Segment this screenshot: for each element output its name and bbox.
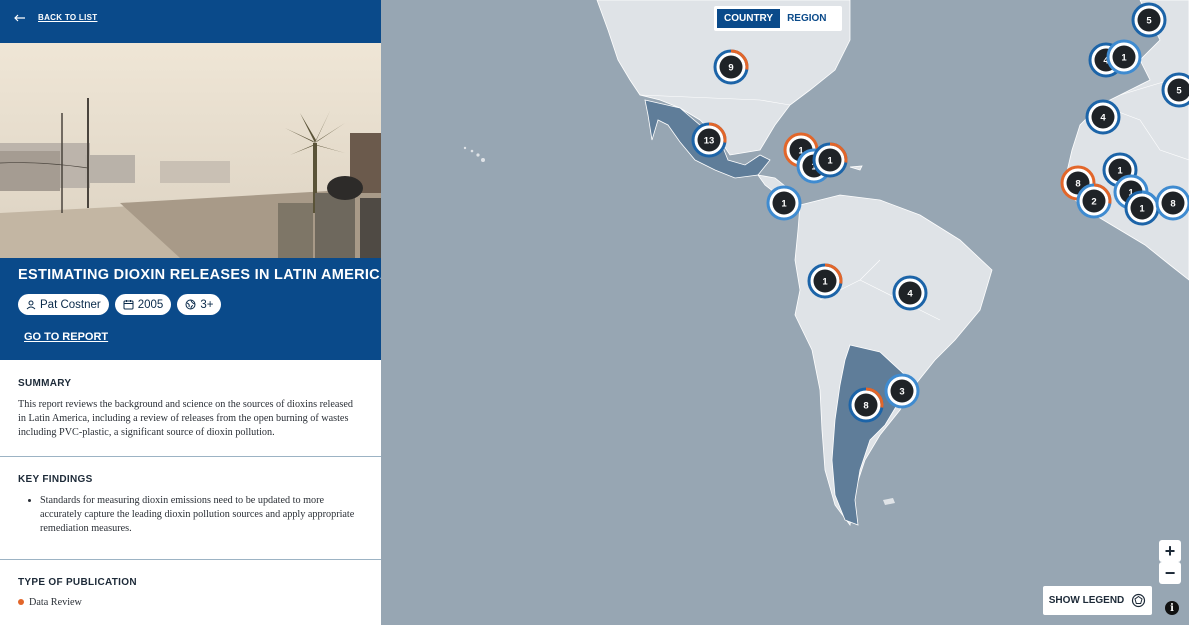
back-to-list-label: BACK TO LIST (38, 13, 98, 22)
cluster-count: 1 (1121, 53, 1127, 64)
calendar-icon (123, 300, 134, 310)
map-cluster-marker[interactable]: 4 (1085, 99, 1121, 135)
cluster-count: 1 (1117, 166, 1123, 177)
zoom-out-button[interactable]: − (1159, 562, 1181, 584)
map-cluster-marker[interactable]: 1 (1124, 190, 1160, 226)
cluster-count: 5 (1146, 16, 1152, 27)
map-cluster-marker[interactable]: 13 (691, 122, 727, 158)
map-cluster-marker[interactable]: 9 (713, 49, 749, 85)
report-title: ESTIMATING DIOXIN RELEASES IN LATIN AMER… (18, 267, 381, 283)
arrow-left-icon (14, 14, 25, 21)
cluster-count: 1 (822, 277, 828, 288)
regions-count: 3+ (200, 298, 214, 311)
info-icon[interactable]: i (1165, 601, 1179, 615)
legend-icon (1132, 593, 1146, 608)
globe-icon (185, 299, 196, 310)
summary-section: SUMMARY This report reviews the backgrou… (0, 360, 381, 439)
cluster-count: 4 (1100, 113, 1106, 124)
person-icon (26, 300, 36, 309)
report-detail-panel: BACK TO LIST ESTIMATING DIOXIN RELEASES … (0, 0, 381, 625)
cluster-count: 3 (899, 387, 904, 398)
cluster-count: 13 (704, 136, 715, 147)
regions-chip: 3+ (177, 294, 222, 315)
map-cluster-marker[interactable]: 1 (812, 142, 848, 178)
map-cluster-marker[interactable]: 1 (766, 185, 802, 221)
publication-type-item: Data Review (18, 597, 363, 608)
author-chip: Pat Costner (18, 294, 109, 315)
report-meta-chips: Pat Costner 2005 3+ (18, 294, 222, 315)
year-chip: 2005 (114, 294, 172, 315)
cluster-count: 1 (781, 199, 787, 210)
map-cluster-marker[interactable]: 8 (1155, 185, 1189, 221)
show-legend-button[interactable]: SHOW LEGEND (1043, 586, 1152, 615)
map-cluster-marker[interactable]: 3 (884, 373, 920, 409)
back-to-list-button[interactable]: BACK TO LIST (14, 13, 97, 22)
region-option[interactable]: REGION (780, 9, 833, 28)
map-cluster-marker[interactable]: 5 (1161, 72, 1189, 108)
report-hero-image (0, 43, 381, 258)
cluster-count: 8 (1170, 199, 1175, 210)
cluster-count: 1 (1139, 204, 1145, 215)
cluster-count: 8 (1075, 179, 1080, 190)
summary-text: This report reviews the background and s… (18, 399, 353, 438)
zoom-in-button[interactable]: + (1159, 540, 1181, 562)
map-cluster-marker[interactable]: 4 (892, 275, 928, 311)
map-cluster-marker[interactable]: 1 (807, 263, 843, 299)
cluster-count: 9 (728, 63, 733, 74)
publication-type-section: TYPE OF PUBLICATION Data Review (0, 560, 381, 608)
cluster-count: 8 (863, 401, 868, 412)
cluster-count: 2 (1091, 197, 1096, 208)
cluster-count: 5 (1176, 86, 1182, 97)
publication-type-heading: TYPE OF PUBLICATION (18, 576, 137, 588)
country-region-toggle: COUNTRY REGION (714, 6, 842, 31)
world-map[interactable]: 9131111143854154182118 (381, 0, 1189, 625)
cluster-count: 1 (827, 156, 833, 167)
map-cluster-marker[interactable]: 8 (848, 387, 884, 423)
key-finding-item: Standards for measuring dioxin emissions… (40, 494, 363, 535)
show-legend-label: SHOW LEGEND (1048, 595, 1125, 606)
publication-type-dot (18, 599, 24, 606)
map-cluster-marker[interactable]: 5 (1131, 2, 1167, 38)
map-cluster-marker[interactable]: 1 (1106, 39, 1142, 75)
key-findings-heading: KEY FINDINGS (18, 474, 93, 486)
go-to-report-link[interactable]: GO TO REPORT (24, 331, 108, 343)
author-name: Pat Costner (40, 298, 101, 311)
publication-type-label: Data Review (29, 596, 82, 608)
year-value: 2005 (137, 298, 164, 311)
cluster-count: 4 (907, 289, 913, 300)
report-header: BACK TO LIST ESTIMATING DIOXIN RELEASES … (0, 0, 381, 360)
summary-heading: SUMMARY (18, 378, 72, 389)
key-findings-section: KEY FINDINGS Standards for measuring dio… (0, 457, 381, 535)
map-cluster-marker[interactable]: 2 (1076, 183, 1112, 219)
country-option[interactable]: COUNTRY (717, 9, 781, 28)
